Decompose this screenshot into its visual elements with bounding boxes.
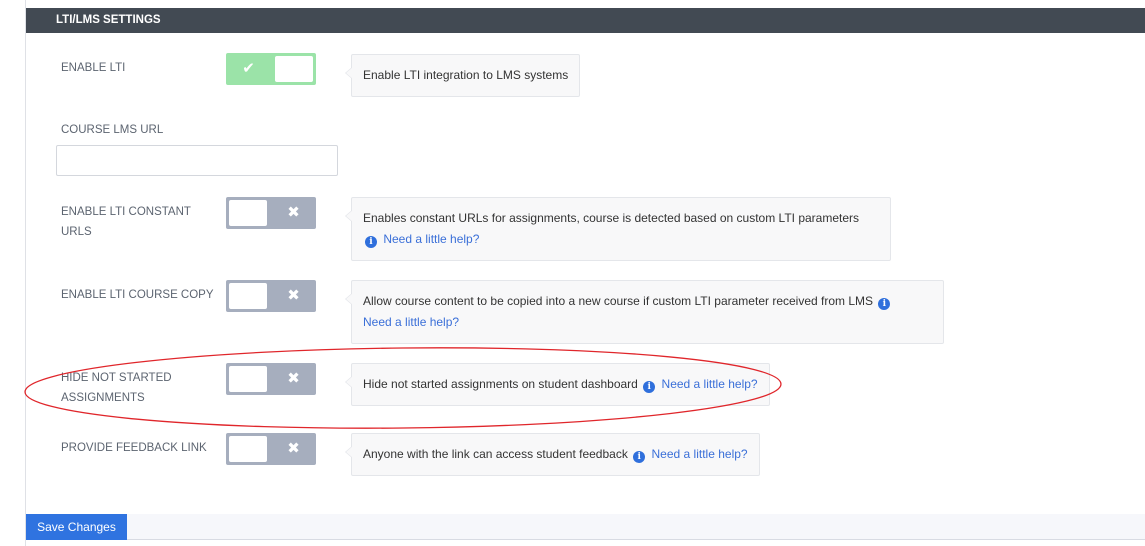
panel-title: LTI/LMS SETTINGS	[26, 8, 1145, 33]
description-enable-lti: Enable LTI integration to LMS systems	[363, 68, 569, 82]
setting-label-enable-lti-course-copy: ENABLE LTI COURSE COPY	[61, 289, 214, 301]
help-box-hide-not-started-assignments: Hide not started assignments on student …	[345, 363, 770, 406]
setting-label-provide-feedback-link: PROVIDE FEEDBACK LINK	[61, 442, 207, 454]
need-help-link-feedback[interactable]: Need a little help?	[652, 447, 748, 461]
help-box-enable-lti: Enable LTI integration to LMS systems	[344, 54, 581, 97]
need-help-link-hide-not-started[interactable]: Need a little help?	[662, 377, 758, 391]
toggle-knob	[229, 200, 267, 226]
info-icon: i	[643, 381, 656, 393]
description-enable-lti-course-copy: Allow course content to be copied into a…	[363, 294, 874, 308]
toggle-knob	[229, 283, 267, 309]
setting-label-enable-lti: ENABLE LTI	[61, 62, 126, 74]
toggle-enable-lti[interactable]: ✔	[226, 53, 316, 85]
description-provide-feedback-link: Anyone with the link can access student …	[363, 447, 628, 461]
x-icon: ✖	[287, 204, 300, 221]
setting-label-hide-not-started-assignments: HIDE NOT STARTED ASSIGNMENTS	[61, 372, 172, 404]
toggle-knob	[229, 436, 267, 462]
toggle-enable-lti-constant-urls[interactable]: ✖	[226, 197, 316, 229]
setting-label-course-lms-url: COURSE LMS URL	[61, 124, 164, 136]
save-changes-button[interactable]: Save Changes	[26, 514, 127, 540]
help-box-enable-lti-course-copy: Allow course content to be copied into a…	[345, 280, 944, 344]
description-hide-not-started-assignments: Hide not started assignments on student …	[363, 377, 638, 391]
check-icon: ✔	[242, 60, 255, 77]
toggle-knob	[275, 56, 313, 82]
toggle-enable-lti-course-copy[interactable]: ✖	[226, 280, 316, 312]
toggle-knob	[229, 366, 267, 392]
info-icon: i	[878, 298, 891, 310]
footer-bar: Save Changes	[26, 514, 1145, 540]
need-help-link-course-copy[interactable]: Need a little help?	[363, 315, 459, 329]
toggle-hide-not-started-assignments[interactable]: ✖	[226, 363, 316, 395]
help-box-provide-feedback-link: Anyone with the link can access student …	[345, 433, 760, 476]
need-help-link-constant-urls[interactable]: Need a little help?	[383, 232, 479, 246]
x-icon: ✖	[287, 370, 300, 387]
toggle-provide-feedback-link[interactable]: ✖	[226, 433, 316, 465]
x-icon: ✖	[287, 440, 300, 457]
info-icon: i	[633, 451, 646, 463]
help-box-enable-lti-constant-urls: Enables constant URLs for assignments, c…	[345, 197, 891, 261]
x-icon: ✖	[287, 287, 300, 304]
course-lms-url-input[interactable]	[56, 145, 338, 176]
description-enable-lti-constant-urls: Enables constant URLs for assignments, c…	[363, 211, 860, 225]
setting-label-enable-lti-constant-urls: ENABLE LTI CONSTANT URLS	[61, 206, 191, 238]
lti-lms-settings-panel: LTI/LMS SETTINGS ENABLE LTI ✔ Enable LTI…	[26, 0, 1145, 546]
info-icon: i	[365, 236, 377, 248]
